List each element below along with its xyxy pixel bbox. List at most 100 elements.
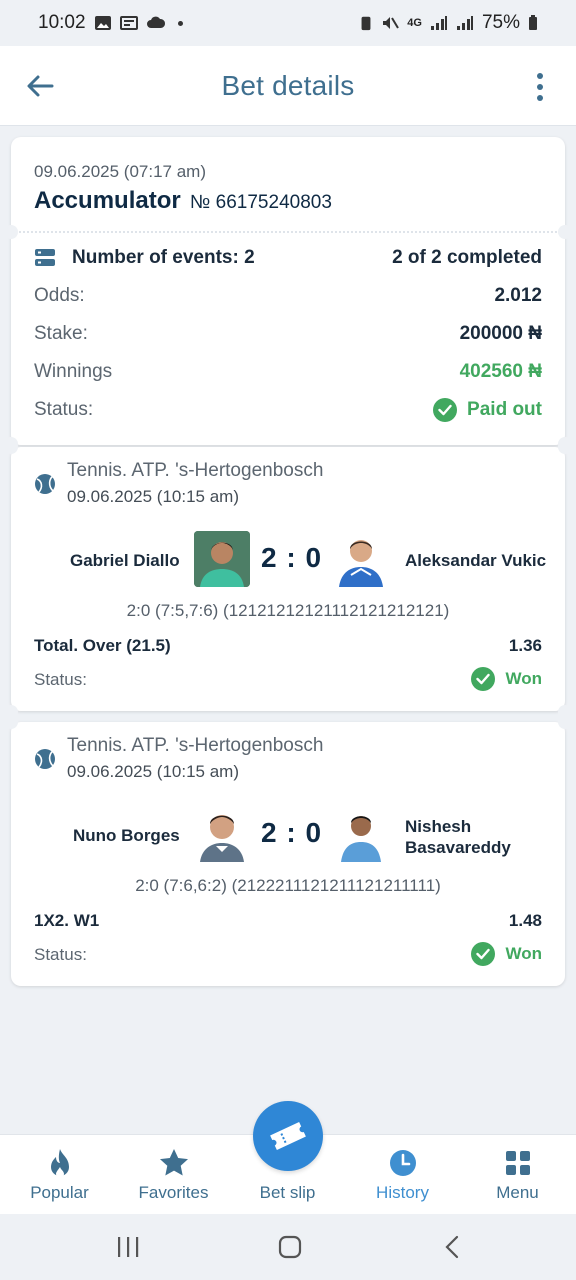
winnings-label: Winnings bbox=[34, 361, 113, 382]
event-date: 09.06.2025 (10:15 am) bbox=[67, 762, 240, 781]
back-button[interactable] bbox=[22, 68, 58, 104]
flame-icon bbox=[50, 1149, 69, 1178]
event-sets: 2:0 (7:6,6:2) (2122211121211121211111) bbox=[135, 876, 441, 895]
home-icon bbox=[278, 1235, 302, 1259]
bet-summary-card: 09.06.2025 (07:17 am) Accumulator № 6617… bbox=[4, 137, 572, 451]
event-status-label: Status: bbox=[34, 670, 87, 689]
team2-name: Nishesh Basavareddy bbox=[405, 816, 511, 858]
status-label: Status: bbox=[34, 399, 94, 420]
event-status-badge: Won bbox=[471, 667, 542, 691]
nav-bet-slip-label: Bet slip bbox=[259, 1183, 316, 1202]
tennis-ball-icon bbox=[35, 474, 55, 494]
odds-value: 2.012 bbox=[494, 285, 542, 306]
nav-menu[interactable]: Menu bbox=[460, 1135, 575, 1215]
system-nav-bar bbox=[0, 1214, 576, 1280]
status-bar: 10:02 4G 75% bbox=[0, 0, 576, 46]
ticket-notch bbox=[558, 440, 572, 454]
chevron-left-icon bbox=[445, 1235, 459, 1259]
team1-name: Nuno Borges bbox=[73, 826, 180, 845]
nav-favorites[interactable]: Favorites bbox=[116, 1135, 231, 1215]
event-sets: 2:0 (7:5,7:6) (12121212121112121212121) bbox=[126, 601, 450, 620]
ticket-notch bbox=[558, 715, 572, 729]
arrow-left-icon bbox=[27, 75, 54, 97]
battery-icon bbox=[529, 15, 537, 30]
ticket-notch bbox=[4, 225, 18, 239]
news-icon bbox=[119, 16, 138, 30]
team2-name: Aleksandar Vukic bbox=[405, 551, 547, 570]
grid-menu-icon bbox=[505, 1151, 530, 1175]
nav-menu-label: Menu bbox=[496, 1183, 539, 1202]
winnings-value: 402560 ₦ bbox=[459, 361, 542, 382]
signal-icon bbox=[430, 16, 447, 30]
market-name: Total. Over (21.5) bbox=[34, 636, 171, 655]
recent-apps-button[interactable] bbox=[108, 1232, 148, 1262]
dot-icon bbox=[537, 84, 543, 90]
event-tournament: Tennis. ATP. 's-Hertogenbosch bbox=[67, 735, 324, 756]
nav-history[interactable]: History bbox=[345, 1135, 460, 1215]
battery-saver-icon bbox=[361, 16, 371, 31]
events-list-icon bbox=[35, 249, 55, 266]
event-card[interactable]: Tennis. ATP. 's-Hertogenbosch 09.06.2025… bbox=[4, 440, 572, 719]
completed-count: 2 of 2 completed bbox=[392, 247, 542, 268]
event-date: 09.06.2025 (10:15 am) bbox=[67, 487, 240, 506]
recent-apps-icon bbox=[118, 1237, 139, 1257]
check-circle-icon bbox=[433, 398, 458, 422]
check-circle-icon bbox=[471, 667, 496, 691]
cloud-icon bbox=[146, 16, 165, 28]
team2-avatar bbox=[333, 806, 389, 862]
status-value: Paid out bbox=[467, 399, 542, 420]
more-options-button[interactable] bbox=[528, 70, 552, 104]
gallery-icon bbox=[94, 16, 111, 30]
network-type: 4G bbox=[407, 17, 422, 29]
team2-name-line1: Nishesh bbox=[405, 817, 472, 836]
event-status-value: Won bbox=[505, 944, 542, 963]
team1-avatar bbox=[194, 531, 250, 587]
event-tournament: Tennis. ATP. 's-Hertogenbosch bbox=[67, 460, 324, 481]
stake-label: Stake: bbox=[34, 323, 88, 344]
status-badge: Paid out bbox=[433, 398, 542, 422]
stake-value: 200000 ₦ bbox=[459, 323, 542, 344]
system-back-button[interactable] bbox=[432, 1232, 472, 1262]
event-card[interactable]: Tennis. ATP. 's-Hertogenbosch 09.06.2025… bbox=[4, 715, 572, 986]
bet-slip-fab[interactable] bbox=[253, 1101, 323, 1171]
events-count-label: Number of events: 2 bbox=[72, 247, 255, 268]
odds-label: Odds: bbox=[34, 285, 85, 306]
team2-avatar bbox=[333, 531, 389, 587]
market-coef: 1.36 bbox=[508, 636, 542, 655]
dot-icon bbox=[537, 73, 543, 79]
nav-favorites-label: Favorites bbox=[138, 1183, 209, 1202]
bet-date: 09.06.2025 (07:17 am) bbox=[34, 162, 207, 181]
winnings-row: Winnings 402560 ₦ bbox=[34, 361, 542, 383]
ticket-icon bbox=[270, 1121, 306, 1151]
nav-popular-label: Popular bbox=[30, 1183, 89, 1202]
event-score: 2 : 0 bbox=[261, 817, 323, 848]
status-row: Status: Paid out bbox=[34, 398, 542, 422]
check-circle-icon bbox=[471, 942, 496, 966]
dot-icon bbox=[537, 95, 543, 101]
event-status-badge: Won bbox=[471, 942, 542, 966]
page-title: Bet details bbox=[221, 69, 355, 101]
mute-icon bbox=[383, 17, 400, 29]
bet-type: Accumulator bbox=[34, 187, 181, 214]
team1-name: Gabriel Diallo bbox=[70, 551, 180, 570]
ticket-notch bbox=[558, 225, 572, 239]
odds-row: Odds: 2.012 bbox=[34, 285, 542, 307]
notification-dot-icon bbox=[177, 20, 183, 26]
home-button[interactable] bbox=[270, 1232, 310, 1262]
app-header: Bet details bbox=[0, 46, 576, 126]
tennis-ball-icon bbox=[35, 749, 55, 769]
signal-2-icon bbox=[456, 16, 473, 30]
events-count-row: Number of events: 2 2 of 2 completed bbox=[34, 247, 542, 269]
divider bbox=[19, 231, 557, 233]
battery-level: 75% bbox=[481, 12, 520, 33]
clock-icon bbox=[389, 1150, 416, 1176]
team1-avatar bbox=[194, 806, 250, 862]
star-icon bbox=[159, 1149, 188, 1176]
bet-number: № 66175240803 bbox=[190, 192, 332, 213]
event-status-label: Status: bbox=[34, 945, 87, 964]
stake-row: Stake: 200000 ₦ bbox=[34, 323, 542, 345]
ticket-notch bbox=[4, 715, 18, 729]
nav-popular[interactable]: Popular bbox=[2, 1135, 117, 1215]
market-coef: 1.48 bbox=[508, 911, 542, 930]
market-name: 1X2. W1 bbox=[34, 911, 100, 930]
